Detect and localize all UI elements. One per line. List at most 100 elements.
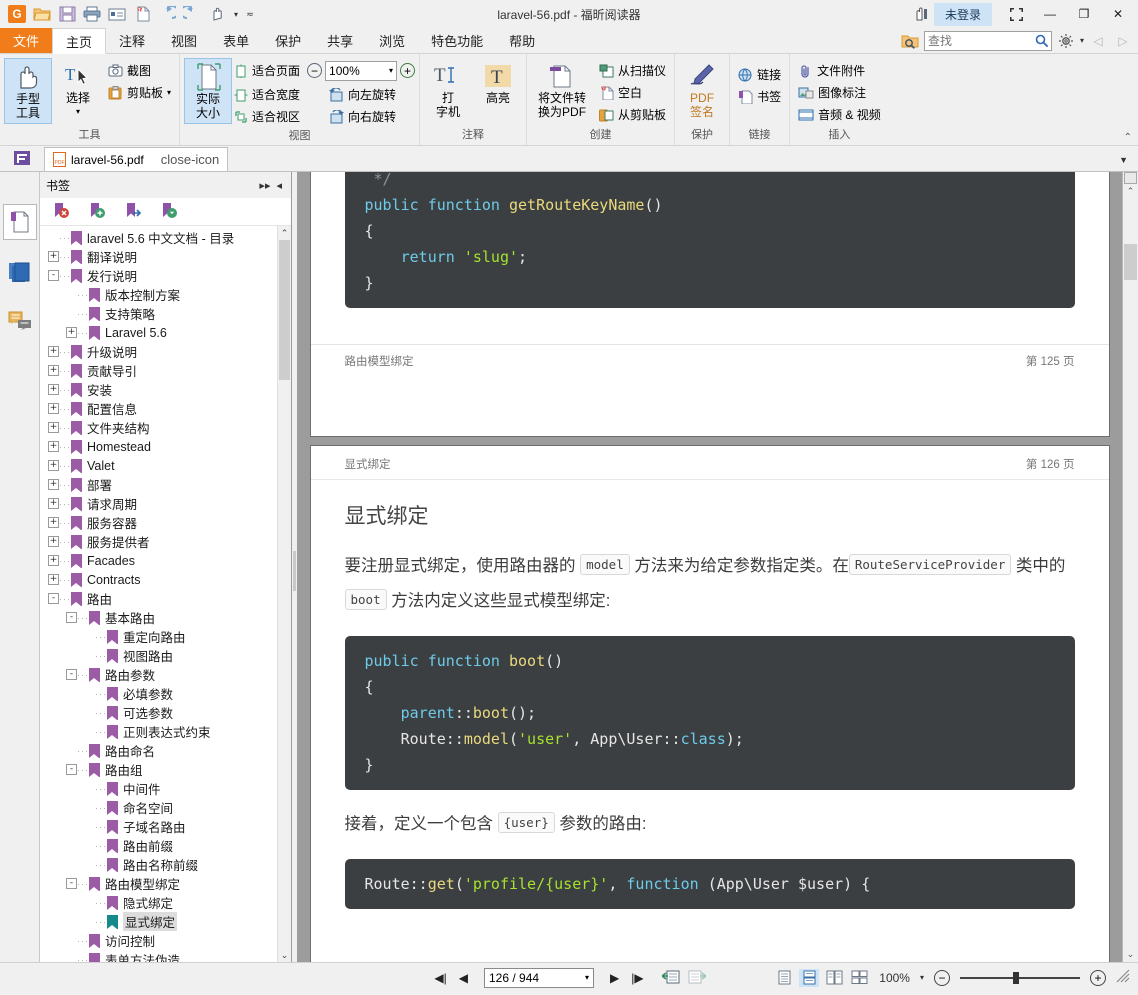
fit-width-button[interactable]: 适合宽度 xyxy=(234,84,322,105)
first-page-icon[interactable]: ◀| xyxy=(432,971,448,985)
continuous-mode-icon[interactable] xyxy=(799,968,820,987)
scroll-down-icon[interactable]: ⌄ xyxy=(278,948,291,962)
bookmark-item[interactable]: ··· 访问控制 xyxy=(40,931,291,950)
bookmark-item[interactable]: + ··· Laravel 5.6 xyxy=(40,323,291,342)
bookmark-item[interactable]: + ··· 服务容器 xyxy=(40,513,291,532)
bookmark-item[interactable]: ··· 中间件 xyxy=(40,779,291,798)
menu-tab-protect[interactable]: 保护 xyxy=(262,28,314,53)
bookmark-item[interactable]: - ··· 发行说明 xyxy=(40,266,291,285)
search-input[interactable] xyxy=(927,33,1036,48)
bookmark-toggle-icon[interactable]: + xyxy=(48,251,59,262)
fit-visible-button[interactable]: 适合视区 xyxy=(234,106,322,127)
convert-to-pdf-button[interactable]: 将文件转 换为PDF xyxy=(531,58,593,122)
menu-tab-browse[interactable]: 浏览 xyxy=(366,28,418,53)
blank-page-button[interactable]: 空白 xyxy=(595,82,670,103)
bookmark-item[interactable]: ··· laravel 5.6 中文文档 - 目录 xyxy=(40,228,291,247)
bookmark-toggle-icon[interactable]: + xyxy=(48,365,59,376)
fit-page-button[interactable]: 适合页面 xyxy=(234,60,304,81)
bookmark-item[interactable]: + ··· 安装 xyxy=(40,380,291,399)
login-status-badge[interactable]: 未登录 xyxy=(933,2,992,26)
ribbon-display-options-icon[interactable] xyxy=(1000,2,1032,26)
clipboard-dropdown-icon[interactable]: ▾ xyxy=(167,88,171,97)
menu-tab-form[interactable]: 表单 xyxy=(210,28,262,53)
bookmark-item[interactable]: + ··· 文件夹结构 xyxy=(40,418,291,437)
bookmark-item[interactable]: - ··· 路由参数 xyxy=(40,665,291,684)
bookmark-item[interactable]: - ··· 路由组 xyxy=(40,760,291,779)
zoom-in-icon[interactable]: + xyxy=(400,63,416,78)
bookmark-item[interactable]: ··· 子域名路由 xyxy=(40,817,291,836)
bookmark-item[interactable]: + ··· 升级说明 xyxy=(40,342,291,361)
rotate-right-button[interactable]: 向右旋转 xyxy=(325,106,400,127)
bookmark-options-icon[interactable] xyxy=(160,202,178,222)
touch-mode-icon[interactable] xyxy=(910,3,932,25)
highlight-button[interactable]: T 高亮 xyxy=(474,58,522,108)
goto-bookmark-icon[interactable] xyxy=(124,202,142,222)
pdf-sign-button[interactable]: PDF 签名 xyxy=(679,58,725,122)
image-annotation-button[interactable]: 图像标注 xyxy=(794,82,885,103)
new-from-file-icon[interactable] xyxy=(131,3,153,25)
zoom-out-icon[interactable]: − xyxy=(307,63,323,78)
bookmark-item[interactable]: - ··· 基本路由 xyxy=(40,608,291,627)
next-view-icon[interactable] xyxy=(688,968,707,987)
menu-tab-file[interactable]: 文件 xyxy=(0,28,53,53)
bookmark-toggle-icon[interactable]: + xyxy=(48,536,59,547)
bookmark-item[interactable]: - ··· 路由 xyxy=(40,589,291,608)
previous-view-icon[interactable] xyxy=(660,968,680,987)
bookmark-item[interactable]: - ··· 路由模型绑定 xyxy=(40,874,291,893)
menu-tab-view[interactable]: 视图 xyxy=(158,28,210,53)
bookmark-toggle-icon[interactable]: + xyxy=(48,346,59,357)
bookmarks-tree[interactable]: ··· laravel 5.6 中文文档 - 目录 + ··· 翻译说明 - ··· 发行说明… xyxy=(40,226,291,962)
bookmarks-scrollbar[interactable]: ⌃ ⌄ xyxy=(277,226,291,962)
actual-size-button[interactable]: 实际 大小 xyxy=(184,58,233,124)
bookmark-item[interactable]: ··· 版本控制方案 xyxy=(40,285,291,304)
bookmark-toggle-icon[interactable]: + xyxy=(48,574,59,585)
bookmark-toggle-icon[interactable]: - xyxy=(66,764,77,775)
scrollbar-thumb[interactable] xyxy=(279,240,290,380)
next-page-icon[interactable]: ▶ xyxy=(608,971,621,985)
single-page-mode-icon[interactable] xyxy=(774,969,794,987)
undo-icon[interactable] xyxy=(156,3,178,25)
select-dropdown-icon[interactable]: ▾ xyxy=(76,105,80,119)
bookmark-item[interactable]: ··· 视图路由 xyxy=(40,646,291,665)
comments-panel-icon[interactable] xyxy=(3,304,37,340)
bookmark-toggle-icon[interactable]: + xyxy=(66,327,77,338)
menu-tab-home[interactable]: 主页 xyxy=(52,28,107,54)
scroll-down-icon[interactable]: ⌄ xyxy=(1123,947,1138,962)
bookmark-item[interactable]: ··· 重定向路由 xyxy=(40,627,291,646)
bookmark-item[interactable]: + ··· Facades xyxy=(40,551,291,570)
last-page-icon[interactable]: |▶ xyxy=(629,971,645,985)
hand-tool-button[interactable]: 手型 工具 xyxy=(4,58,52,124)
chevron-right-icon[interactable]: ▷ xyxy=(1112,30,1134,52)
add-bookmark-icon[interactable] xyxy=(88,202,106,222)
bookmark-toggle-icon[interactable]: - xyxy=(66,669,77,680)
bookmark-item[interactable]: + ··· 翻译说明 xyxy=(40,247,291,266)
search-folder-icon[interactable] xyxy=(899,30,921,52)
menu-tab-features[interactable]: 特色功能 xyxy=(418,28,496,53)
collapse-panel-icon[interactable]: ◂ xyxy=(273,179,285,192)
bookmark-item[interactable]: ··· 必填参数 xyxy=(40,684,291,703)
menu-tab-help[interactable]: 帮助 xyxy=(496,28,548,53)
viewer-scrollbar[interactable]: ⌃ ⌄ xyxy=(1122,172,1138,962)
bookmark-toggle-icon[interactable]: - xyxy=(48,593,59,604)
chevron-down-icon[interactable]: ▼ xyxy=(1119,155,1128,165)
maximize-button[interactable]: ❐ xyxy=(1068,2,1100,26)
bookmark-item[interactable]: ··· 命名空间 xyxy=(40,798,291,817)
menu-tab-comment[interactable]: 注释 xyxy=(106,28,158,53)
qat-dropdown-icon[interactable]: ▾ xyxy=(231,3,241,25)
bookmark-toggle-icon[interactable]: + xyxy=(48,441,59,452)
continuous-facing-mode-icon[interactable] xyxy=(849,969,869,987)
facing-mode-icon[interactable] xyxy=(824,969,844,987)
bookmark-item[interactable]: ··· 显式绑定 xyxy=(40,912,291,931)
scrollbar-top-box[interactable] xyxy=(1124,172,1137,184)
bookmark-item[interactable]: ··· 隐式绑定 xyxy=(40,893,291,912)
scroll-up-icon[interactable]: ⌃ xyxy=(1123,184,1138,199)
bookmark-item[interactable]: + ··· Valet xyxy=(40,456,291,475)
link-button[interactable]: 链接 xyxy=(734,64,785,85)
close-icon[interactable]: close-icon xyxy=(161,152,220,167)
scrollbar-thumb[interactable] xyxy=(1124,244,1137,280)
screenshot-button[interactable]: 截图 xyxy=(104,60,175,81)
settings-caret-icon[interactable]: ▾ xyxy=(1080,36,1084,45)
minimize-button[interactable]: — xyxy=(1034,2,1066,26)
bookmark-item[interactable]: + ··· 请求周期 xyxy=(40,494,291,513)
bookmark-toggle-icon[interactable]: + xyxy=(48,384,59,395)
